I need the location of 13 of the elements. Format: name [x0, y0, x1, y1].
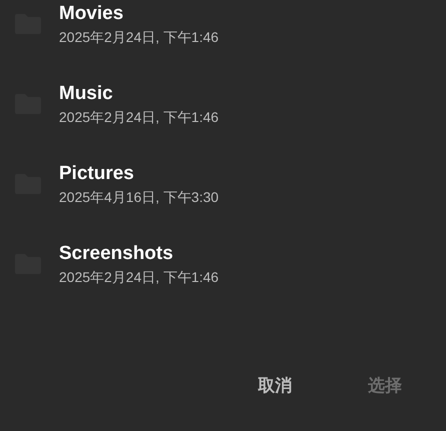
cancel-button[interactable]: 取消 [244, 366, 306, 405]
folder-name: Movies [59, 2, 124, 26]
folder-item[interactable]: Screenshots 2025年2月24日, 下午1:46 [0, 242, 446, 322]
folder-name: Pictures [59, 162, 135, 186]
folder-date: 2025年2月24日, 下午1:46 [59, 268, 219, 287]
folder-item[interactable]: Pictures 2025年4月16日, 下午3:30 [0, 162, 446, 242]
folder-name: Screenshots [59, 242, 174, 266]
folder-date: 2025年2月24日, 下午1:46 [59, 28, 219, 47]
folder-item[interactable]: Movies 2025年2月24日, 下午1:46 [0, 2, 446, 82]
folder-name: Music [59, 82, 114, 106]
folder-date: 2025年4月16日, 下午3:30 [59, 188, 219, 207]
folder-item[interactable]: Music 2025年2月24日, 下午1:46 [0, 82, 446, 162]
folder-date: 2025年2月24日, 下午1:46 [59, 108, 219, 127]
